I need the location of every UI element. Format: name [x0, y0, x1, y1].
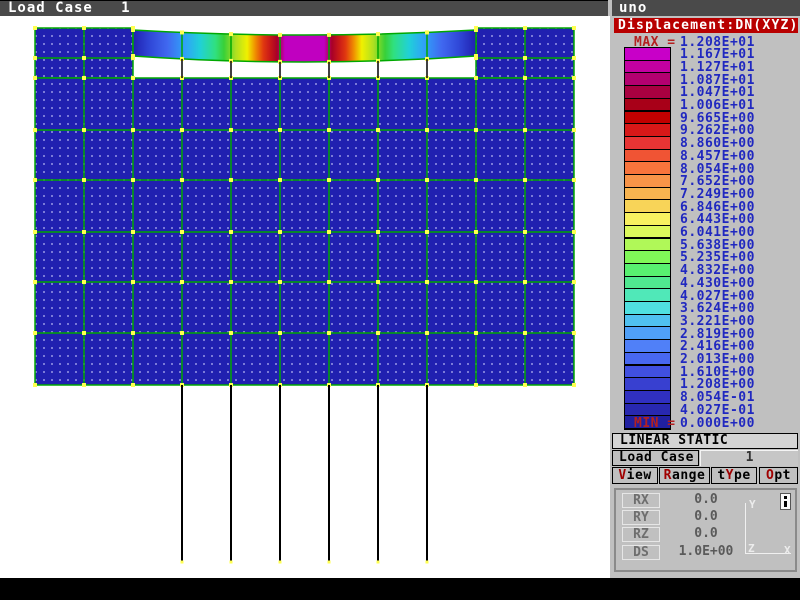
mesh-intact-regions	[33, 26, 576, 387]
range-button[interactable]: Range	[659, 467, 710, 484]
type-button-rest: pe	[734, 468, 751, 483]
rx-button[interactable]: RX	[622, 493, 660, 508]
view-rotation-panel: RX 0.0 RY 0.0 RZ 0.0 DS 1.0E+00 Y Z X	[614, 488, 797, 572]
legend-min-label: MIN =	[634, 416, 684, 431]
model-name-titlebar: uno	[612, 0, 800, 17]
deformed-band	[131, 28, 478, 64]
type-button-hotkey: Y	[726, 468, 734, 483]
axes-triad-y-label: Y	[749, 498, 756, 511]
load-case-value-field[interactable]: 1	[700, 450, 798, 466]
options-button-rest: pt	[774, 468, 791, 483]
range-button-rest: ange	[672, 468, 705, 483]
legend-value: 0.000E+00	[680, 416, 755, 431]
view-button-hotkey: V	[618, 468, 626, 483]
options-button[interactable]: Opt	[759, 467, 798, 484]
model-viewport[interactable]	[0, 16, 610, 578]
pile-elements	[181, 385, 429, 564]
load-case-title-text: Load Case 1	[8, 0, 131, 16]
load-case-button-label: Load Case	[619, 450, 694, 465]
axes-triad-z-label: Z	[748, 542, 755, 555]
rx-value: 0.0	[666, 493, 746, 508]
results-panel: Displacement:DN(XYZ) MAX = 1.208E+011.16…	[610, 16, 800, 578]
ds-value: 1.0E+00	[666, 545, 746, 560]
rz-value: 0.0	[666, 527, 746, 542]
ds-button[interactable]: DS	[622, 545, 660, 560]
load-case-value-text: 1	[746, 450, 754, 465]
analysis-type-bar: LINEAR STATIC	[612, 433, 798, 449]
alert-icon-dot	[784, 496, 787, 499]
fea-mesh-plot	[0, 16, 610, 578]
load-case-button[interactable]: Load Case	[612, 450, 699, 466]
view-button[interactable]: View	[612, 467, 658, 484]
legend-values-column: 1.208E+011.167E+011.127E+011.087E+011.04…	[610, 16, 800, 436]
type-button[interactable]: tYpe	[711, 467, 757, 484]
alert-icon[interactable]	[780, 493, 791, 510]
view-button-rest: iew	[627, 468, 652, 483]
range-button-hotkey: R	[664, 468, 672, 483]
load-case-titlebar: Load Case 1	[0, 0, 608, 16]
fea-application-window: Load Case 1 uno Displacement:DN(XYZ) MAX…	[0, 0, 800, 600]
model-name-text: uno	[619, 0, 647, 16]
ry-button[interactable]: RY	[622, 510, 660, 525]
axes-triad-x-label: X	[784, 544, 791, 557]
type-button-pre: t	[717, 468, 725, 483]
alert-icon-bar	[784, 501, 787, 507]
axes-triad-y-axis	[745, 503, 746, 554]
rz-button[interactable]: RZ	[622, 527, 660, 542]
ry-value: 0.0	[666, 510, 746, 525]
bottom-status-bar	[0, 578, 800, 600]
analysis-type-text: LINEAR STATIC	[620, 433, 728, 448]
